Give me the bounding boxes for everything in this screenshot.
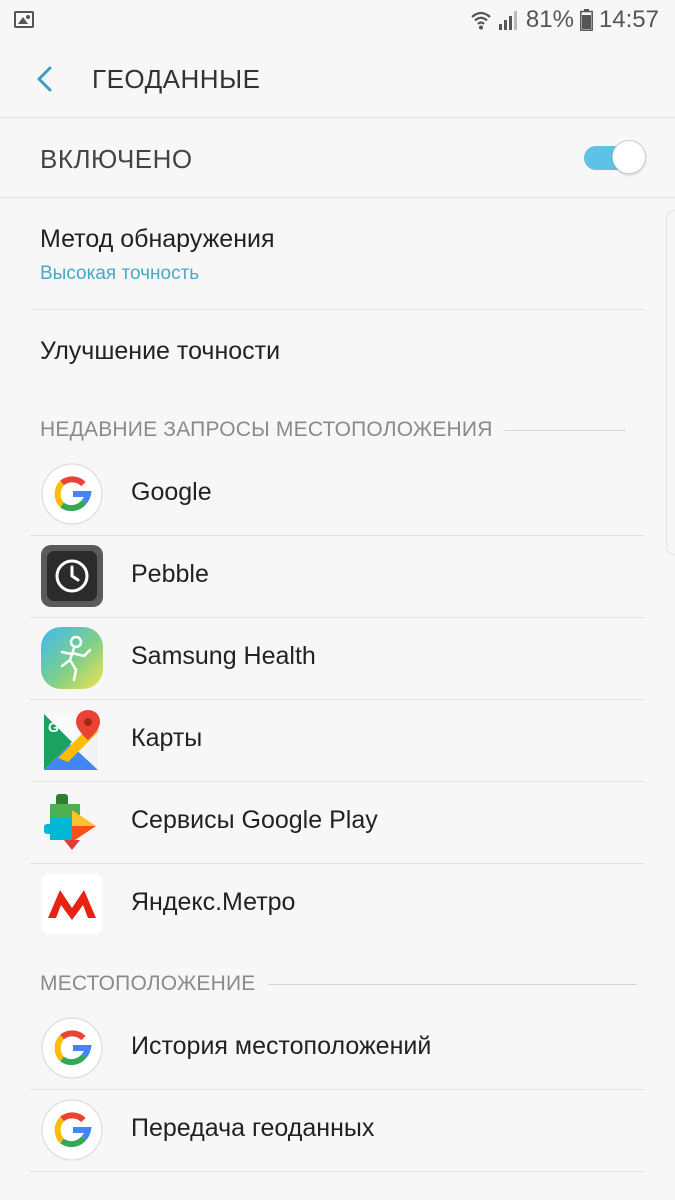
svg-text:G: G bbox=[48, 719, 59, 735]
section-divider-line bbox=[267, 983, 637, 985]
wifi-icon bbox=[471, 11, 491, 30]
google-play-services-icon bbox=[44, 794, 96, 850]
battery-percent: 81% bbox=[525, 6, 574, 33]
app-name: Яндекс.Метро bbox=[131, 888, 296, 916]
location-toggle[interactable] bbox=[582, 140, 646, 174]
back-arrow-icon bbox=[37, 66, 52, 92]
image-notification-icon bbox=[14, 11, 34, 28]
app-name: Сервисы Google Play bbox=[131, 806, 378, 834]
master-switch-label: ВКЛЮЧЕНО bbox=[40, 144, 193, 174]
signal-icon bbox=[498, 11, 517, 30]
app-header: ГЕОДАННЫЕ bbox=[0, 40, 675, 118]
app-name: Pebble bbox=[131, 560, 209, 588]
back-button[interactable] bbox=[30, 62, 62, 96]
location-history-row[interactable]: История местоположений bbox=[0, 1007, 675, 1089]
recent-requests-label: НЕДАВНИЕ ЗАПРОСЫ МЕСТОПОЛОЖЕНИЯ bbox=[40, 418, 493, 441]
improve-accuracy-title: Улучшение точности bbox=[40, 337, 281, 365]
toggle-knob bbox=[612, 140, 646, 174]
location-section-label: МЕСТОПОЛОЖЕНИЕ bbox=[40, 972, 256, 995]
detection-method-row[interactable]: Метод обнаружения Высокая точность bbox=[0, 199, 675, 309]
app-name: Google bbox=[131, 478, 212, 506]
google-maps-icon: G bbox=[44, 710, 100, 770]
google-icon bbox=[41, 463, 103, 525]
app-row-maps[interactable]: G Карты bbox=[0, 699, 675, 781]
status-bar-right: 81% 14:57 bbox=[470, 5, 659, 35]
pebble-icon bbox=[41, 545, 103, 607]
page-title: ГЕОДАННЫЕ bbox=[92, 64, 261, 94]
status-bar: 81% 14:57 bbox=[0, 0, 675, 40]
improve-accuracy-row[interactable]: Улучшение точности bbox=[0, 310, 675, 396]
app-name: Samsung Health bbox=[131, 642, 316, 670]
google-icon bbox=[41, 1099, 103, 1161]
location-sharing-row[interactable]: Передача геоданных bbox=[0, 1089, 675, 1171]
location-history-label: История местоположений bbox=[131, 1032, 432, 1060]
google-icon bbox=[41, 1017, 103, 1079]
app-row-samsung-health[interactable]: Samsung Health bbox=[0, 617, 675, 699]
yandex-metro-icon bbox=[42, 874, 102, 934]
location-sharing-label: Передача геоданных bbox=[131, 1114, 375, 1142]
master-switch-row[interactable]: ВКЛЮЧЕНО bbox=[0, 118, 675, 198]
app-row-google[interactable]: Google bbox=[0, 453, 675, 535]
recent-requests-header: НЕДАВНИЕ ЗАПРОСЫ МЕСТОПОЛОЖЕНИЯ bbox=[40, 415, 626, 445]
section-divider-line bbox=[504, 429, 626, 431]
divider bbox=[30, 1171, 645, 1172]
app-row-yandex-metro[interactable]: Яндекс.Метро bbox=[0, 863, 675, 945]
location-section-header: МЕСТОПОЛОЖЕНИЕ bbox=[40, 969, 637, 999]
clock: 14:57 bbox=[598, 6, 659, 33]
app-name: Карты bbox=[131, 724, 203, 752]
detection-method-value: Высокая точность bbox=[40, 263, 200, 284]
app-row-pebble[interactable]: Pebble bbox=[0, 535, 675, 617]
app-row-google-play-services[interactable]: Сервисы Google Play bbox=[0, 781, 675, 863]
detection-method-title: Метод обнаружения bbox=[40, 225, 275, 253]
samsung-health-icon bbox=[41, 627, 103, 689]
battery-icon bbox=[579, 9, 593, 31]
